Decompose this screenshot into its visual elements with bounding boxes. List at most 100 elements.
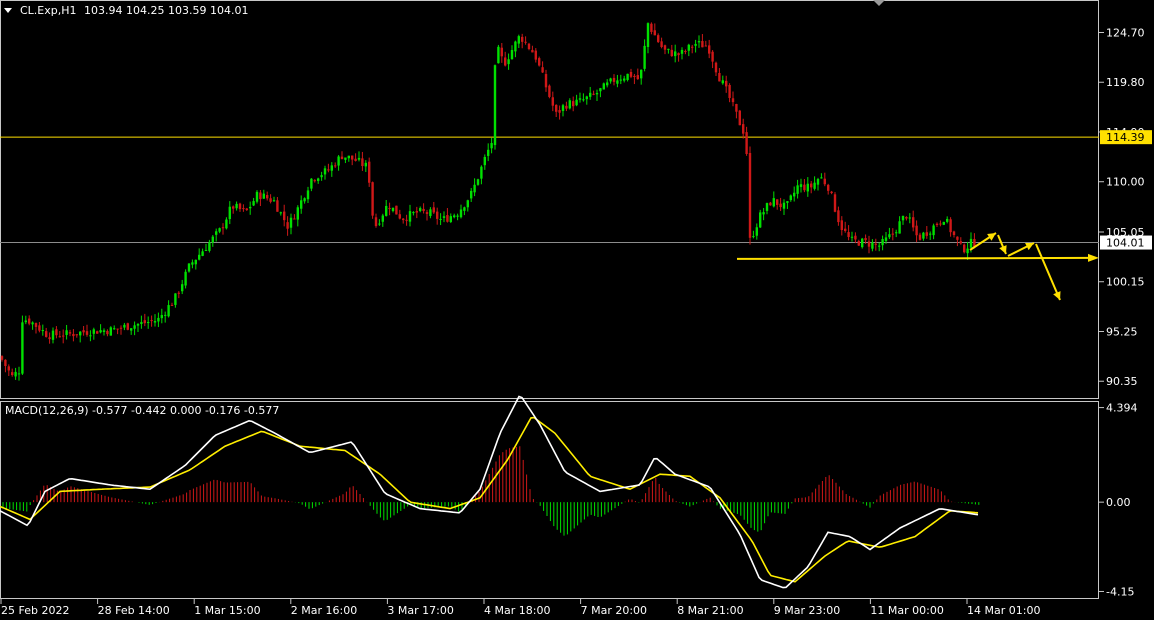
candle-body (738, 110, 741, 126)
price-tick-label: 110.00 (1106, 176, 1145, 189)
candle-body (779, 203, 782, 208)
candle-body (895, 232, 898, 234)
candle-body (884, 237, 888, 241)
candle-body (595, 92, 599, 95)
candle-body (116, 328, 119, 330)
candle-body (663, 45, 667, 50)
candle-body (255, 191, 259, 202)
candle-body (490, 143, 493, 149)
candle-body (500, 47, 503, 57)
candle-body (765, 203, 769, 211)
candle-body (704, 45, 707, 47)
candle-body (691, 46, 694, 48)
time-tick-label: 4 Mar 18:00 (484, 604, 550, 617)
candle-body (901, 215, 905, 221)
candle-body (31, 322, 34, 325)
candle-body (898, 221, 901, 234)
candle-body (164, 314, 167, 316)
candle-body (480, 166, 483, 179)
time-tick-label: 7 Mar 20:00 (581, 604, 647, 617)
last-price-tag-label: 104.01 (1106, 237, 1145, 250)
candle-body (786, 201, 789, 203)
candle-body (609, 78, 612, 82)
candle-body (296, 207, 299, 220)
candle-body (680, 49, 684, 54)
candle-body (650, 23, 653, 32)
candle-body (415, 211, 418, 213)
macd-tick-label: -4.15 (1106, 585, 1134, 598)
candle-body (463, 207, 466, 211)
candle-body (548, 85, 551, 97)
candle-body (283, 211, 286, 221)
candle-body (718, 72, 721, 82)
candle-body (184, 271, 187, 286)
candle-body (619, 79, 622, 81)
candle-body (181, 284, 184, 292)
candle-body (395, 205, 398, 215)
candle-body (521, 36, 524, 42)
candle-body (252, 201, 255, 206)
candle-body (228, 206, 231, 220)
candle-body (551, 97, 554, 106)
candle-body (793, 192, 796, 197)
candle-body (408, 211, 412, 222)
candle-body (844, 228, 847, 231)
candle-body (0, 356, 4, 360)
candle-body (14, 371, 17, 377)
price-tick-label: 95.25 (1106, 325, 1138, 338)
candle-body (629, 71, 633, 77)
candle-body (568, 100, 571, 109)
candle-body (187, 263, 191, 272)
candle-body (752, 236, 755, 238)
candle-body (45, 331, 48, 337)
candle-body (820, 177, 823, 179)
candle-body (504, 57, 507, 66)
candle-body (466, 200, 469, 208)
candle-body (351, 155, 354, 160)
candle-body (99, 330, 102, 333)
time-tick-label: 3 Mar 17:00 (387, 604, 453, 617)
candle-body (82, 330, 85, 333)
candle-body (286, 222, 289, 229)
candle-body (840, 220, 843, 231)
candle-body (514, 41, 517, 52)
candle-body (412, 212, 415, 214)
candle-body (442, 216, 446, 218)
candle-body (782, 202, 786, 209)
candle-body (429, 209, 432, 216)
candle-body (827, 184, 830, 191)
candle-body (391, 207, 395, 212)
candle-body (17, 373, 21, 375)
candle-body (640, 69, 643, 79)
candle-body (133, 325, 136, 329)
candle-body (772, 198, 775, 207)
candle-body (432, 207, 435, 213)
candle-body (48, 337, 51, 340)
candle-body (538, 58, 541, 66)
candle-body (4, 359, 7, 367)
candle-body (147, 322, 150, 324)
candle-body (330, 165, 333, 171)
macd-tick-label: 4.394 (1106, 402, 1138, 415)
candle-body (303, 198, 306, 202)
candle-body (106, 330, 109, 335)
candle-body (881, 238, 884, 246)
candle-body (160, 315, 163, 319)
candle-body (453, 215, 456, 218)
candle-body (201, 251, 204, 256)
candle-body (143, 320, 146, 324)
candle-body (888, 234, 891, 238)
candle-body (932, 225, 935, 236)
symbol-timeframe: CL.Exp,H1 (20, 4, 77, 17)
candle-body (623, 78, 626, 81)
candle-body (422, 208, 425, 212)
candle-body (878, 245, 881, 247)
candle-body (918, 234, 922, 240)
support-trend-line (736, 256, 1093, 260)
candle-body (524, 41, 527, 43)
price-tick-label: 90.35 (1106, 375, 1138, 388)
candle-body (368, 161, 371, 183)
candle-body (721, 80, 724, 84)
candle-body (517, 36, 520, 44)
candle-body (385, 205, 388, 216)
